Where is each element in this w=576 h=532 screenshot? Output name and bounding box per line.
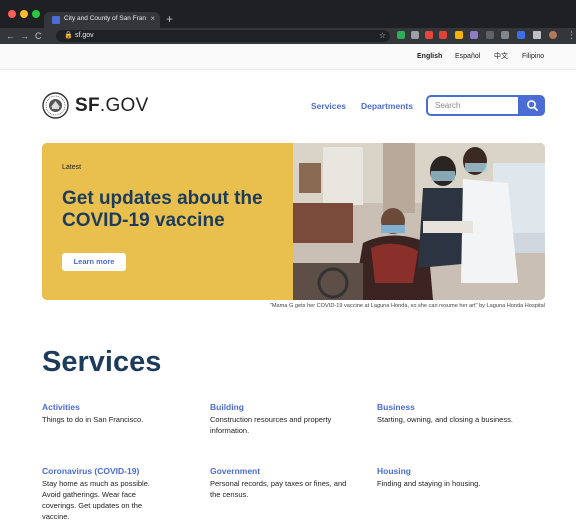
service-link-business[interactable]: Business <box>377 402 547 413</box>
extension-icon[interactable] <box>425 31 433 39</box>
service-item-government: Government Personal records, pay taxes o… <box>210 466 350 500</box>
language-filipino-link[interactable]: Filipino <box>522 53 544 61</box>
address-bar[interactable]: 🔒 sf.gov ☆ <box>56 30 390 42</box>
profile-avatar-icon[interactable] <box>549 31 557 39</box>
sfgov-favicon-icon <box>52 16 60 24</box>
service-item-coronavirus: Coronavirus (COVID-19) Stay home as much… <box>42 466 170 522</box>
url-text[interactable]: sf.gov <box>75 32 94 40</box>
bookmark-star-icon[interactable]: ☆ <box>379 31 386 41</box>
sfgov-wordmark[interactable]: SF.GOV <box>75 96 149 116</box>
learn-more-button[interactable]: Learn more <box>62 253 126 271</box>
extension-icon[interactable] <box>517 31 525 39</box>
reload-icon[interactable]: C <box>35 30 42 42</box>
tab-close-icon[interactable]: × <box>150 14 155 24</box>
hero-photo-caption: "Mama G gets her COVID-19 vaccine at Lag… <box>269 303 545 309</box>
extension-icon[interactable] <box>470 31 478 39</box>
search-input[interactable]: Search <box>426 95 520 116</box>
service-description: Construction resources and property info… <box>210 415 332 435</box>
service-description: Starting, owning, and closing a business… <box>377 415 513 424</box>
hero-banner: Latest Get updates about the COVID-19 va… <box>42 143 545 300</box>
forward-arrow-icon[interactable]: → <box>20 30 29 42</box>
lock-icon: 🔒 <box>64 32 73 39</box>
service-item-housing: Housing Finding and staying in housing. <box>377 466 537 489</box>
hero-eyebrow: Latest <box>62 164 82 171</box>
service-item-activities: Activities Things to do in San Francisco… <box>42 402 190 425</box>
extension-icon[interactable] <box>501 31 509 39</box>
service-link-housing[interactable]: Housing <box>377 466 537 477</box>
service-item-building: Building Construction resources and prop… <box>210 402 345 436</box>
service-description: Personal records, pay taxes or fines, an… <box>210 479 347 499</box>
search-button[interactable] <box>520 95 545 116</box>
services-heading: Services <box>42 346 162 378</box>
window-zoom-button[interactable] <box>32 10 40 18</box>
vaccine-photo-image <box>293 143 545 300</box>
tab-title: City and County of San Francisco <box>64 15 146 22</box>
language-english-link[interactable]: English <box>417 53 442 61</box>
browser-tab[interactable]: City and County of San Francisco × <box>44 12 160 28</box>
extension-icon[interactable] <box>486 31 494 39</box>
service-description: Stay home as much as possible. Avoid gat… <box>42 479 150 521</box>
browser-menu-icon[interactable]: ⋮ <box>567 30 576 40</box>
search-placeholder: Search <box>435 101 461 110</box>
extension-icon[interactable] <box>397 31 405 39</box>
new-tab-button[interactable]: + <box>166 12 173 26</box>
service-description: Things to do in San Francisco. <box>42 415 144 424</box>
hero-text-panel: Latest Get updates about the COVID-19 va… <box>42 143 293 300</box>
hero-title: Get updates about the COVID-19 vaccine <box>62 188 263 231</box>
puzzle-extensions-icon[interactable] <box>533 31 541 39</box>
window-minimize-button[interactable] <box>20 10 28 18</box>
window-close-button[interactable] <box>8 10 16 18</box>
language-chinese-link[interactable]: 中文 <box>494 53 508 61</box>
service-description: Finding and staying in housing. <box>377 479 481 488</box>
language-bar: English Español 中文 Filipino <box>0 44 576 70</box>
extension-icon[interactable] <box>455 31 463 39</box>
service-link-building[interactable]: Building <box>210 402 345 413</box>
service-link-coronavirus[interactable]: Coronavirus (COVID-19) <box>42 466 170 477</box>
service-link-government[interactable]: Government <box>210 466 350 477</box>
extension-icon[interactable] <box>411 31 419 39</box>
search-icon <box>527 100 538 111</box>
extension-icon[interactable] <box>439 31 447 39</box>
back-arrow-icon[interactable]: ← <box>6 30 15 42</box>
language-spanish-link[interactable]: Español <box>455 53 480 61</box>
sf-seal-logo-icon[interactable] <box>42 92 69 119</box>
nav-departments-link[interactable]: Departments <box>361 102 413 111</box>
browser-tab-bar: City and County of San Francisco × + <box>0 0 576 28</box>
service-link-activities[interactable]: Activities <box>42 402 190 413</box>
service-item-business: Business Starting, owning, and closing a… <box>377 402 547 425</box>
nav-services-link[interactable]: Services <box>311 102 346 111</box>
